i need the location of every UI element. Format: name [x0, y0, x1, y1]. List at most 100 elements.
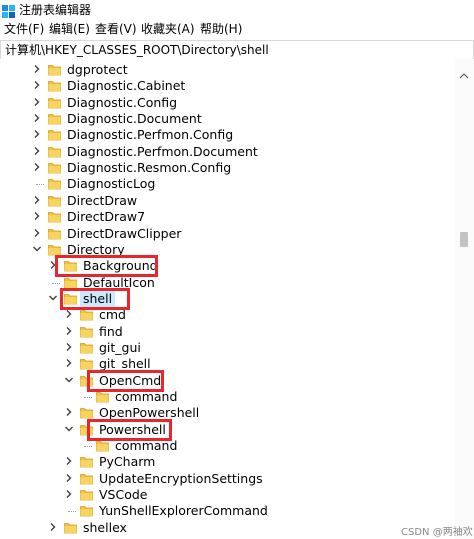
tree-node[interactable]: shellex	[0, 520, 455, 536]
tree-node[interactable]: PyCharm	[0, 454, 455, 470]
tree-node[interactable]: git_shell	[0, 356, 455, 372]
chevron-right-icon[interactable]	[48, 522, 58, 534]
menu-file[interactable]: 文件(F)	[4, 22, 44, 37]
menu-favorites[interactable]: 收藏夹(A)	[141, 22, 195, 37]
folder-icon	[80, 342, 93, 354]
highlight-box	[60, 288, 130, 310]
tree-node-label[interactable]: UpdateEncryptionSettings	[99, 471, 263, 487]
menu-edit[interactable]: 编辑(E)	[49, 22, 90, 37]
tree-node-label[interactable]: Diagnostic.Config	[67, 95, 177, 111]
folder-icon	[48, 129, 61, 141]
tree-node-label[interactable]: git_gui	[99, 340, 141, 356]
menu-help[interactable]: 帮助(H)	[200, 22, 242, 37]
folder-icon	[80, 326, 93, 338]
tree-node-label[interactable]: Diagnostic.Perfmon.Config	[67, 127, 233, 143]
chevron-right-icon[interactable]	[32, 195, 42, 207]
chevron-right-icon[interactable]	[32, 228, 42, 240]
tree-node[interactable]: DirectDraw7	[0, 209, 455, 225]
folder-icon	[48, 228, 61, 240]
tree-node[interactable]: Diagnostic.Cabinet	[0, 78, 455, 94]
tree-node[interactable]: YunShellExplorerCommand	[0, 503, 455, 519]
tree-node-label[interactable]: YunShellExplorerCommand	[99, 503, 268, 519]
chevron-right-icon[interactable]	[64, 342, 74, 354]
tree-node[interactable]: Diagnostic.Resmon.Config	[0, 160, 455, 176]
chevron-right-icon[interactable]	[32, 129, 42, 141]
chevron-right-icon[interactable]	[64, 456, 74, 468]
folder-icon	[48, 211, 61, 223]
title-bar: 注册表编辑器	[0, 0, 474, 20]
tree-connector	[68, 511, 76, 512]
tree-node-label[interactable]: Diagnostic.Perfmon.Document	[67, 144, 258, 160]
chevron-down-icon[interactable]	[48, 293, 58, 305]
tree-node-label[interactable]: Diagnostic.Resmon.Config	[67, 160, 231, 176]
chevron-right-icon[interactable]	[32, 97, 42, 109]
folder-icon	[64, 522, 77, 534]
address-path[interactable]: 计算机\HKEY_CLASSES_ROOT\Directory\shell	[5, 42, 269, 58]
tree-node-label[interactable]: DirectDraw7	[67, 209, 145, 225]
tree-node[interactable]: Diagnostic.Perfmon.Config	[0, 127, 455, 143]
tree-node-label[interactable]: DiagnosticLog	[67, 176, 155, 192]
tree-node[interactable]: UpdateEncryptionSettings	[0, 471, 455, 487]
tree-node[interactable]: DiagnosticLog	[0, 176, 455, 192]
registry-tree: dgprotect Diagnostic.Cabinet Diagnostic.Co…	[0, 59, 474, 539]
chevron-down-icon[interactable]	[32, 244, 42, 256]
folder-icon	[80, 505, 93, 517]
tree-node[interactable]: dgprotect	[0, 62, 455, 78]
tree-node[interactable]: OpenPowershell	[0, 405, 455, 421]
tree-node-label[interactable]: VSCode	[99, 487, 148, 503]
tree-connector	[52, 283, 60, 284]
folder-icon	[48, 113, 61, 125]
tree-node[interactable]: Diagnostic.Document	[0, 111, 455, 127]
tree-node[interactable]: Diagnostic.Config	[0, 95, 455, 111]
tree-node-label[interactable]: shellex	[83, 520, 127, 536]
folder-icon	[48, 178, 61, 190]
tree-connector	[36, 184, 44, 185]
tree-node[interactable]: DirectDrawClipper	[0, 226, 455, 242]
chevron-right-icon[interactable]	[32, 113, 42, 125]
folder-icon	[96, 440, 109, 452]
chevron-right-icon[interactable]	[64, 326, 74, 338]
chevron-right-icon[interactable]	[32, 146, 42, 158]
tree-node[interactable]: command	[0, 389, 455, 405]
chevron-right-icon[interactable]	[64, 407, 74, 419]
tree-node-label[interactable]: Diagnostic.Cabinet	[67, 78, 185, 94]
tree-node[interactable]: Diagnostic.Perfmon.Document	[0, 144, 455, 160]
tree-node-label[interactable]: Diagnostic.Document	[67, 111, 202, 127]
scrollbar-thumb[interactable]	[460, 232, 468, 247]
chevron-down-icon[interactable]	[64, 375, 74, 387]
folder-icon	[80, 456, 93, 468]
folder-icon	[48, 80, 61, 92]
chevron-right-icon[interactable]	[64, 358, 74, 370]
chevron-right-icon[interactable]	[32, 64, 42, 76]
tree-node[interactable]: OpenCmd	[0, 373, 455, 389]
chevron-right-icon[interactable]	[64, 309, 74, 321]
vertical-scrollbar[interactable]	[455, 59, 474, 539]
folder-icon	[80, 473, 93, 485]
scroll-up-icon[interactable]	[459, 64, 469, 83]
chevron-right-icon[interactable]	[64, 489, 74, 501]
chevron-right-icon[interactable]	[64, 473, 74, 485]
tree-node[interactable]: VSCode	[0, 487, 455, 503]
folder-icon	[80, 407, 93, 419]
folder-icon	[80, 358, 93, 370]
menu-view[interactable]: 查看(V)	[95, 22, 137, 37]
window-title: 注册表编辑器	[19, 3, 92, 17]
chevron-right-icon[interactable]	[32, 162, 42, 174]
chevron-right-icon[interactable]	[32, 80, 42, 92]
address-bar[interactable]: 计算机\HKEY_CLASSES_ROOT\Directory\shell	[0, 40, 474, 60]
registry-editor-icon	[2, 3, 15, 18]
tree-node-label[interactable]: PyCharm	[99, 454, 155, 470]
tree-node-label[interactable]: find	[99, 324, 123, 340]
tree-node[interactable]: find	[0, 324, 455, 340]
tree-node-label[interactable]: DirectDraw	[67, 193, 137, 209]
tree-node-label[interactable]: dgprotect	[67, 62, 128, 78]
chevron-right-icon[interactable]	[32, 211, 42, 223]
tree-node[interactable]: DirectDraw	[0, 193, 455, 209]
chevron-down-icon[interactable]	[64, 424, 74, 436]
tree-node[interactable]: Powershell	[0, 422, 455, 438]
tree-node[interactable]: git_gui	[0, 340, 455, 356]
folder-icon	[48, 162, 61, 174]
highlight-box	[87, 370, 164, 392]
tree-node-label[interactable]: DirectDrawClipper	[67, 226, 181, 242]
tree-node[interactable]: command	[0, 438, 455, 454]
